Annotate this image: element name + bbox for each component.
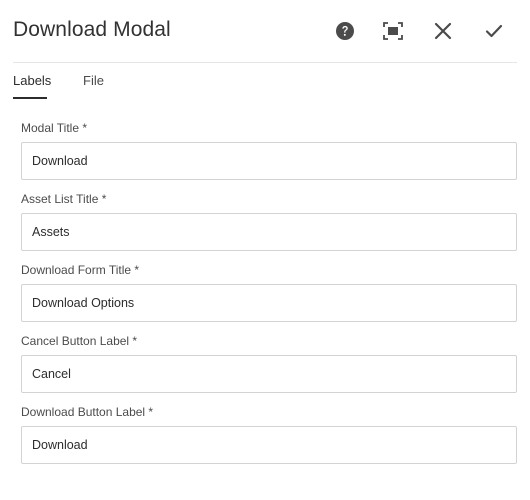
help-circle-icon bbox=[336, 22, 354, 40]
tab-file[interactable]: File bbox=[83, 73, 104, 88]
download-button-label-label: Download Button Label * bbox=[21, 405, 154, 419]
selected-tab-indicator bbox=[13, 97, 47, 99]
cancel-button-label-input[interactable] bbox=[21, 355, 517, 393]
modal-title-label: Modal Title * bbox=[21, 121, 88, 135]
help-button[interactable] bbox=[332, 18, 358, 44]
cancel-button-label-label: Cancel Button Label * bbox=[21, 334, 138, 348]
fullscreen-button[interactable] bbox=[380, 18, 406, 44]
dialog-header: Download Modal bbox=[0, 0, 530, 63]
dialog-title: Download Modal bbox=[13, 18, 171, 41]
tab-labels[interactable]: Labels bbox=[13, 73, 51, 88]
close-icon bbox=[434, 22, 452, 40]
header-divider bbox=[13, 62, 517, 63]
download-form-title-input[interactable] bbox=[21, 284, 517, 322]
fullscreen-icon bbox=[383, 22, 403, 40]
download-modal-dialog: Download Modal Labels File Modal Title *… bbox=[0, 0, 530, 500]
close-button[interactable] bbox=[430, 18, 456, 44]
modal-title-input[interactable] bbox=[21, 142, 517, 180]
checkmark-icon bbox=[485, 24, 503, 38]
asset-list-title-input[interactable] bbox=[21, 213, 517, 251]
asset-list-title-label: Asset List Title * bbox=[21, 192, 107, 206]
download-form-title-label: Download Form Title * bbox=[21, 263, 140, 277]
download-button-label-input[interactable] bbox=[21, 426, 517, 464]
done-button[interactable] bbox=[481, 18, 507, 44]
